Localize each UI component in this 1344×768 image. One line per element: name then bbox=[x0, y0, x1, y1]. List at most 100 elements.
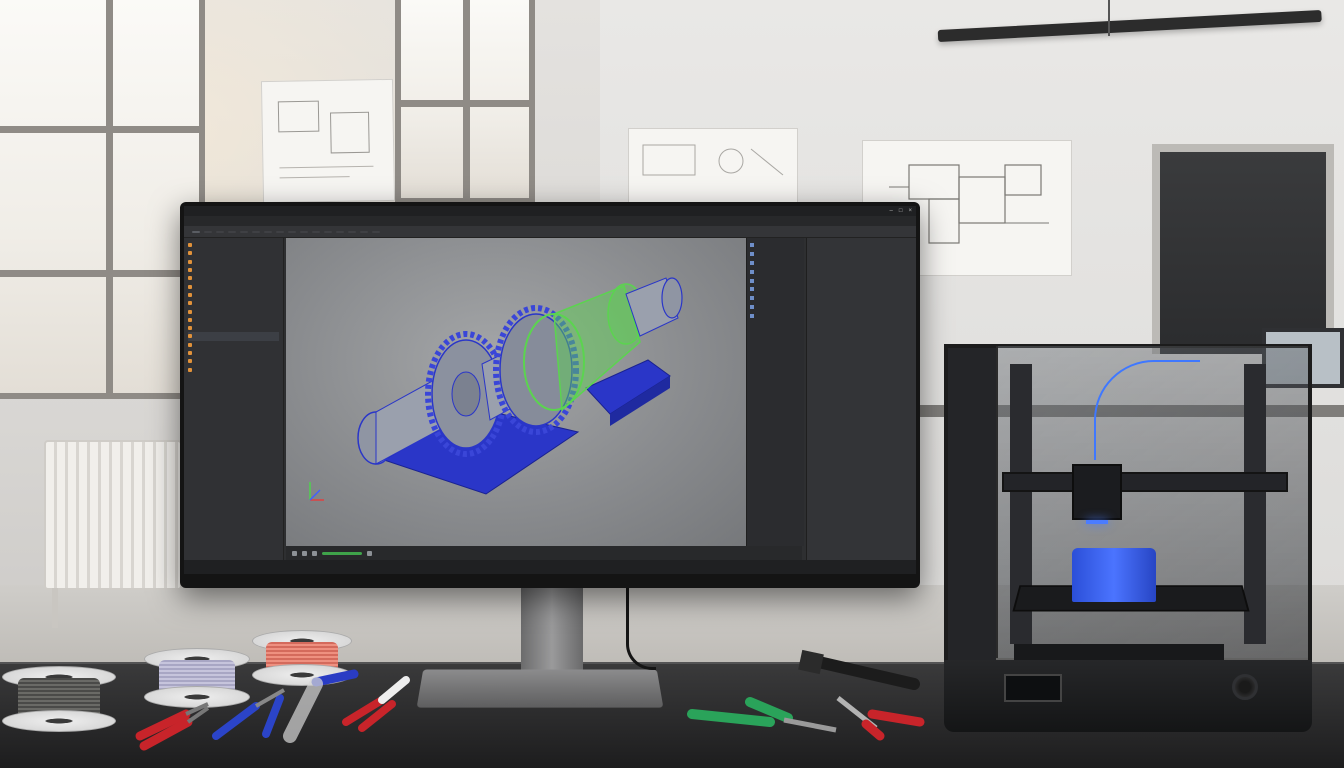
property-row[interactable] bbox=[811, 267, 912, 276]
ribbon-tab[interactable] bbox=[348, 230, 356, 233]
printer-control-knob[interactable] bbox=[1232, 674, 1258, 700]
tree-item-selected[interactable] bbox=[188, 332, 279, 341]
feature-item[interactable] bbox=[750, 259, 801, 268]
feature-item[interactable] bbox=[750, 267, 801, 276]
tree-item[interactable] bbox=[188, 324, 279, 332]
printer-lcd-screen bbox=[1004, 674, 1062, 702]
ribbon-tab[interactable] bbox=[288, 230, 296, 233]
part-icon bbox=[188, 251, 192, 256]
ribbon-tab[interactable] bbox=[240, 230, 248, 233]
feature-item[interactable] bbox=[750, 241, 801, 250]
printer-side-panel bbox=[948, 348, 996, 660]
ribbon-tab[interactable] bbox=[324, 230, 332, 233]
timeline-progress[interactable] bbox=[322, 551, 362, 555]
tree-item[interactable] bbox=[188, 291, 279, 299]
monitor: – □ × bbox=[180, 202, 920, 588]
feature-item[interactable] bbox=[750, 294, 801, 303]
printed-part bbox=[1072, 548, 1156, 602]
feature-icon bbox=[750, 269, 754, 274]
tree-item[interactable] bbox=[188, 241, 279, 249]
3d-printer bbox=[944, 344, 1312, 732]
ribbon-tab[interactable] bbox=[372, 230, 380, 233]
window-left bbox=[0, 0, 205, 399]
ribbon-tab[interactable] bbox=[228, 230, 236, 233]
feature-icon bbox=[750, 278, 754, 283]
marker-icon[interactable] bbox=[367, 550, 372, 556]
feature-icon bbox=[750, 287, 754, 292]
cad-app-screen: – □ × bbox=[184, 206, 916, 574]
tree-item[interactable] bbox=[188, 357, 279, 365]
3d-viewport[interactable] bbox=[286, 238, 746, 546]
monitor-stand-neck bbox=[521, 588, 583, 674]
monitor-stand-base bbox=[416, 669, 664, 708]
pliers-red-left bbox=[135, 702, 210, 751]
lamp-wire bbox=[1108, 0, 1110, 36]
feature-item[interactable] bbox=[750, 303, 801, 312]
ribbon-tab[interactable] bbox=[192, 230, 200, 233]
tree-item[interactable] bbox=[188, 316, 279, 324]
part-icon bbox=[188, 351, 192, 355]
play-icon[interactable] bbox=[292, 550, 297, 556]
tree-item[interactable] bbox=[188, 282, 279, 290]
ribbon-tab[interactable] bbox=[252, 230, 260, 233]
feature-icon bbox=[750, 252, 754, 257]
part-icon bbox=[188, 317, 192, 322]
model-tree-panel bbox=[184, 238, 284, 560]
pliers-red-right bbox=[342, 676, 410, 732]
feature-item[interactable] bbox=[750, 250, 801, 259]
part-icon bbox=[188, 276, 192, 281]
pliers-green bbox=[687, 697, 837, 733]
property-row[interactable] bbox=[811, 258, 912, 267]
radiator bbox=[44, 440, 182, 590]
feature-icon bbox=[750, 304, 754, 309]
property-row[interactable] bbox=[811, 293, 912, 302]
timeline-bar bbox=[286, 546, 802, 560]
tree-item[interactable] bbox=[188, 349, 279, 357]
tree-item[interactable] bbox=[188, 274, 279, 282]
part-icon bbox=[188, 334, 192, 339]
property-row[interactable] bbox=[811, 284, 912, 293]
tree-item[interactable] bbox=[188, 258, 279, 266]
tree-item[interactable] bbox=[188, 299, 279, 307]
minimize-icon[interactable]: – bbox=[890, 207, 893, 215]
feature-icon bbox=[750, 260, 754, 265]
tree-item[interactable] bbox=[188, 249, 279, 257]
tree-item[interactable] bbox=[188, 365, 279, 373]
property-row[interactable] bbox=[811, 301, 912, 310]
ribbon-tab[interactable] bbox=[264, 230, 272, 233]
property-row[interactable] bbox=[811, 250, 912, 259]
ribbon-tab[interactable] bbox=[204, 230, 212, 233]
rewind-icon[interactable] bbox=[312, 550, 317, 556]
ribbon-toolbar bbox=[184, 226, 916, 238]
tree-item[interactable] bbox=[188, 341, 279, 349]
printer-gantry bbox=[1002, 472, 1288, 492]
part-icon bbox=[188, 326, 192, 331]
property-row[interactable] bbox=[811, 241, 912, 250]
status-bar bbox=[184, 560, 916, 574]
ribbon-tab[interactable] bbox=[312, 230, 320, 233]
ribbon-tab[interactable] bbox=[276, 230, 284, 233]
tree-item[interactable] bbox=[188, 307, 279, 315]
properties-panel bbox=[806, 238, 916, 560]
part-icon bbox=[188, 359, 192, 364]
shaft-end-right bbox=[661, 277, 683, 319]
wall-drawing-left bbox=[260, 78, 396, 204]
print-head bbox=[1072, 464, 1122, 520]
ribbon-tab[interactable] bbox=[360, 230, 368, 233]
ribbon-tab[interactable] bbox=[216, 230, 224, 233]
feature-item[interactable] bbox=[750, 285, 801, 294]
ribbon-tab[interactable] bbox=[336, 230, 344, 233]
step-icon[interactable] bbox=[302, 550, 307, 556]
property-row[interactable] bbox=[811, 275, 912, 284]
gear-shaft-assembly-model[interactable] bbox=[286, 238, 746, 546]
monitor-cable bbox=[626, 588, 656, 670]
feature-item[interactable] bbox=[750, 276, 801, 285]
tree-item[interactable] bbox=[188, 266, 279, 274]
close-icon[interactable]: × bbox=[908, 207, 912, 215]
property-row[interactable] bbox=[811, 310, 912, 319]
ribbon-tab[interactable] bbox=[300, 230, 308, 233]
feature-item[interactable] bbox=[750, 311, 801, 320]
feature-list-panel bbox=[746, 238, 804, 546]
door bbox=[1152, 144, 1334, 354]
maximize-icon[interactable]: □ bbox=[899, 207, 903, 215]
